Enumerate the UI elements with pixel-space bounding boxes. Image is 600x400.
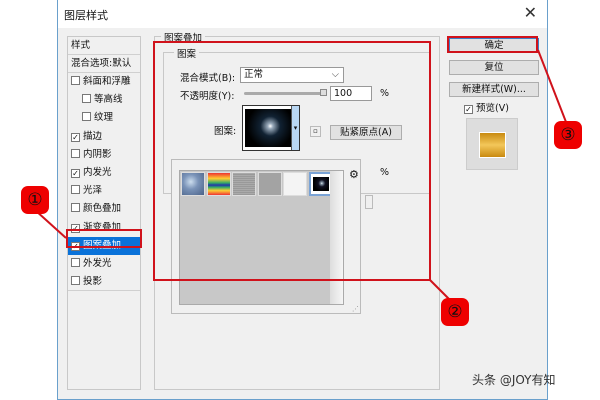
callout-line-1 [34, 209, 67, 239]
callout-line-3 [537, 49, 567, 123]
annotation-badge-1: ① [21, 186, 49, 214]
annotation-badge-3: ③ [554, 121, 582, 149]
annotation-badge-2: ② [441, 298, 469, 326]
watermark: 头条 @JOY有知 [472, 373, 556, 387]
callout-lines [34, 49, 567, 303]
